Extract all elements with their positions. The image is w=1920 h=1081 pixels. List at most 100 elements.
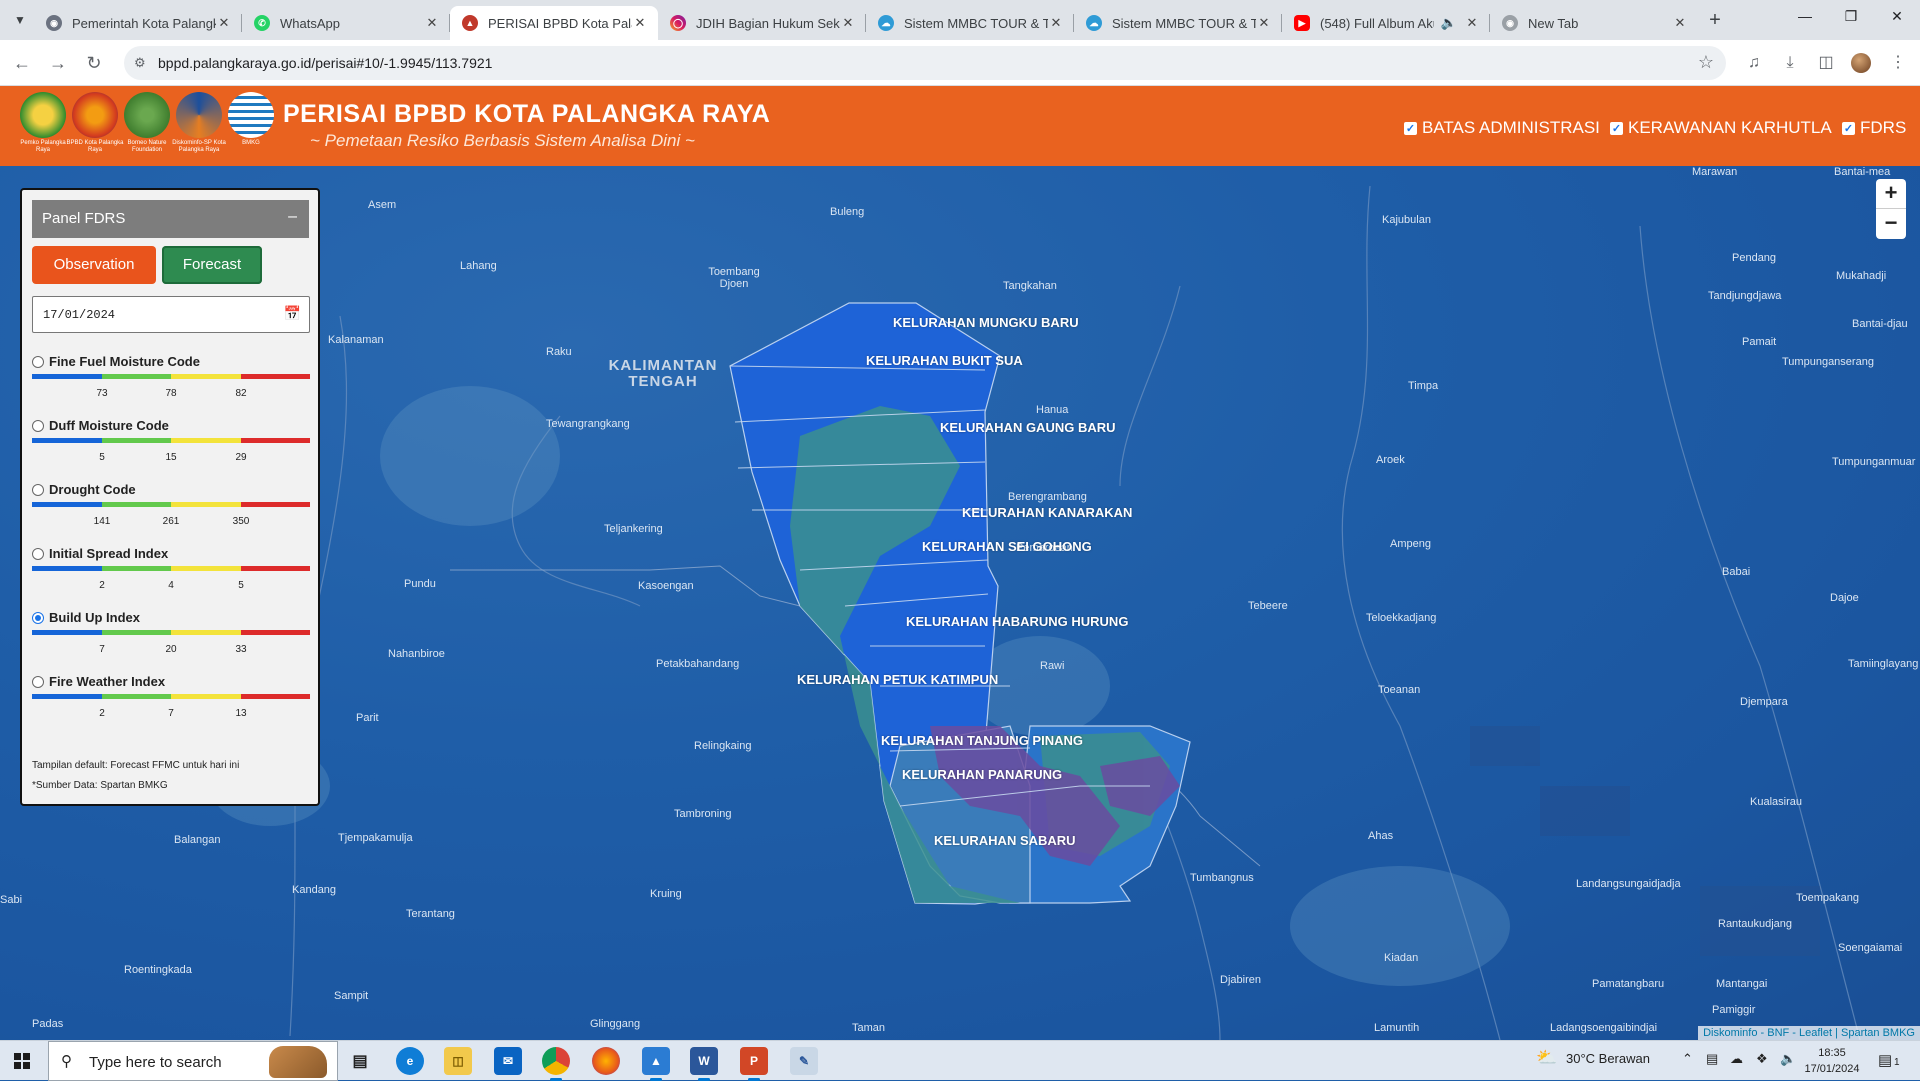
edge-icon[interactable]: e [396,1047,424,1075]
minimize-button[interactable]: — [1782,8,1828,32]
url-text[interactable]: bppd.palangkaraya.go.id/perisai#10/-1.99… [158,55,492,71]
weather-text[interactable]: 30°C Berawan [1566,1051,1650,1066]
index-name[interactable]: Fire Weather Index [49,674,165,689]
onedrive-icon[interactable]: ☁ [1730,1051,1743,1067]
tab-youtube[interactable]: ▶ (548) Full Album Akustik 🔈 ✕ [1282,6,1490,40]
calendar-icon[interactable]: 📅 [284,305,301,322]
tab-mmbc-1[interactable]: ☁ Sistem MMBC TOUR & TRAVEL ✕ [866,6,1074,40]
search-highlight-image[interactable] [269,1046,327,1078]
close-icon[interactable]: ✕ [840,15,856,31]
observation-button[interactable]: Observation [32,246,156,284]
browser-toolbar: ← → ↻ ⚙ bppd.palangkaraya.go.id/perisai#… [0,40,1920,86]
index-bui[interactable]: Build Up Index 7 20 33 [32,610,310,670]
index-name[interactable]: Drought Code [49,482,136,497]
download-icon[interactable]: ⤓ [1778,51,1802,75]
date-value[interactable]: 17/01/2024 [43,308,115,322]
meet-now-icon[interactable]: ▤ [1706,1051,1718,1067]
close-icon[interactable]: ✕ [424,15,440,31]
close-icon[interactable]: ✕ [632,15,648,31]
kelurahan-label: KELURAHAN PETUK KATIMPUN [797,672,999,687]
index-name[interactable]: Fine Fuel Moisture Code [49,354,200,369]
restore-button[interactable]: ❐ [1828,8,1874,32]
field-patch [1470,726,1540,766]
new-tab-button[interactable]: + [1702,8,1728,34]
checkbox-checked-icon[interactable]: ✓ [1610,121,1623,135]
minimize-panel-button[interactable]: – [288,208,297,226]
zoom-out-button[interactable]: − [1876,209,1906,239]
radio-button[interactable] [32,356,44,368]
date-picker-input[interactable]: 17/01/2024 📅 [32,296,310,333]
map-attribution[interactable]: Diskominfo - BNF - Leaflet | Spartan BMK… [1698,1026,1920,1040]
index-dc[interactable]: Drought Code 141 261 350 [32,482,310,542]
powerpoint-icon[interactable]: P [740,1047,768,1081]
layer-label: KERAWANAN KARHUTLA [1628,118,1832,137]
task-view-icon[interactable]: ▤ [346,1047,374,1075]
file-explorer-icon[interactable]: ◫ [444,1047,472,1075]
index-fwi[interactable]: Fire Weather Index 2 7 13 [32,674,310,734]
close-icon[interactable]: ✕ [1672,15,1688,31]
scale-tick: 5 [99,452,105,463]
layer-toggle-batas[interactable]: ✓ BATAS ADMINISTRASI [1404,118,1600,138]
index-dmc[interactable]: Duff Moisture Code 5 15 29 [32,418,310,478]
windows-start-icon[interactable] [14,1053,30,1069]
radio-button-selected[interactable] [32,612,44,624]
taskbar-search-box[interactable]: ⚲ Type here to search [48,1041,338,1081]
radio-button[interactable] [32,548,44,560]
index-isi[interactable]: Initial Spread Index 2 4 5 [32,546,310,606]
word-icon[interactable]: W [690,1047,718,1081]
chrome-icon[interactable] [542,1047,570,1081]
show-hidden-icons-chevron-icon[interactable]: ⌃ [1682,1051,1693,1067]
place-label: Relingkaing [694,740,752,752]
search-placeholder[interactable]: Type here to search [89,1054,222,1071]
chrome-icon: ◉ [1502,15,1518,31]
tab-new-tab[interactable]: ◉ New Tab ✕ [1490,6,1698,40]
media-controls-icon[interactable]: ♫ [1742,51,1766,75]
back-button[interactable]: ← [10,51,34,75]
address-bar[interactable]: ⚙ bppd.palangkaraya.go.id/perisai#10/-1.… [124,46,1726,80]
layer-toggle-fdrs[interactable]: ✓ FDRS [1842,118,1906,138]
profile-avatar[interactable] [1851,53,1871,73]
site-info-icon[interactable]: ⚙ [134,55,150,71]
firefox-icon[interactable] [592,1047,620,1075]
mail-icon[interactable]: ✉ [494,1047,522,1075]
window-close-button[interactable]: ✕ [1874,8,1920,32]
system-clock[interactable]: 18:35 17/01/2024 [1800,1045,1864,1077]
tab-search-button[interactable]: ▼ [8,8,32,32]
place-label: Ampeng [1390,538,1431,550]
weather-icon[interactable]: ⛅ [1536,1048,1557,1068]
forecast-button[interactable]: Forecast [162,246,262,284]
tab-perisai[interactable]: ▲ PERISAI BPBD Kota Palangka Raya ✕ [450,6,658,40]
checkbox-checked-icon[interactable]: ✓ [1404,121,1417,135]
bookmark-star-icon[interactable]: ☆ [1698,52,1714,73]
index-name[interactable]: Build Up Index [49,610,140,625]
forward-button[interactable]: → [46,51,70,75]
radio-button[interactable] [32,676,44,688]
menu-icon[interactable]: ⋮ [1886,51,1910,75]
close-icon[interactable]: ✕ [216,15,232,31]
close-icon[interactable]: ✕ [1048,15,1064,31]
notification-icon[interactable]: ▤ [1878,1051,1892,1069]
index-name[interactable]: Initial Spread Index [49,546,168,561]
tab-pemerintah[interactable]: ◉ Pemerintah Kota Palangka Raya ✕ [34,6,242,40]
radio-button[interactable] [32,484,44,496]
tab-mmbc-2[interactable]: ☁ Sistem MMBC TOUR & TRAVEL ✕ [1074,6,1282,40]
paint-icon[interactable]: ✎ [790,1047,818,1075]
radio-button[interactable] [32,420,44,432]
zoom-in-button[interactable]: + [1876,179,1906,209]
reload-button[interactable]: ↻ [82,51,106,75]
index-name[interactable]: Duff Moisture Code [49,418,169,433]
layer-toggle-karhutla[interactable]: ✓ KERAWANAN KARHUTLA [1610,118,1832,138]
side-panel-icon[interactable]: ◫ [1814,51,1838,75]
panel-title: Panel FDRS [42,210,126,227]
tab-whatsapp[interactable]: ✆ WhatsApp ✕ [242,6,450,40]
speaker-icon[interactable]: 🔈 [1434,15,1464,31]
photos-icon[interactable]: ▲ [642,1047,670,1081]
volume-icon[interactable]: 🔈 [1780,1051,1796,1067]
close-icon[interactable]: ✕ [1464,15,1480,31]
river-line [1119,285,1181,487]
checkbox-checked-icon[interactable]: ✓ [1842,121,1855,135]
close-icon[interactable]: ✕ [1256,15,1272,31]
wifi-icon[interactable]: ❖ [1756,1051,1768,1067]
tab-jdih[interactable]: ◯ JDIH Bagian Hukum Sekretariat ✕ [658,6,866,40]
index-ffmc[interactable]: Fine Fuel Moisture Code 73 78 82 [32,354,310,414]
